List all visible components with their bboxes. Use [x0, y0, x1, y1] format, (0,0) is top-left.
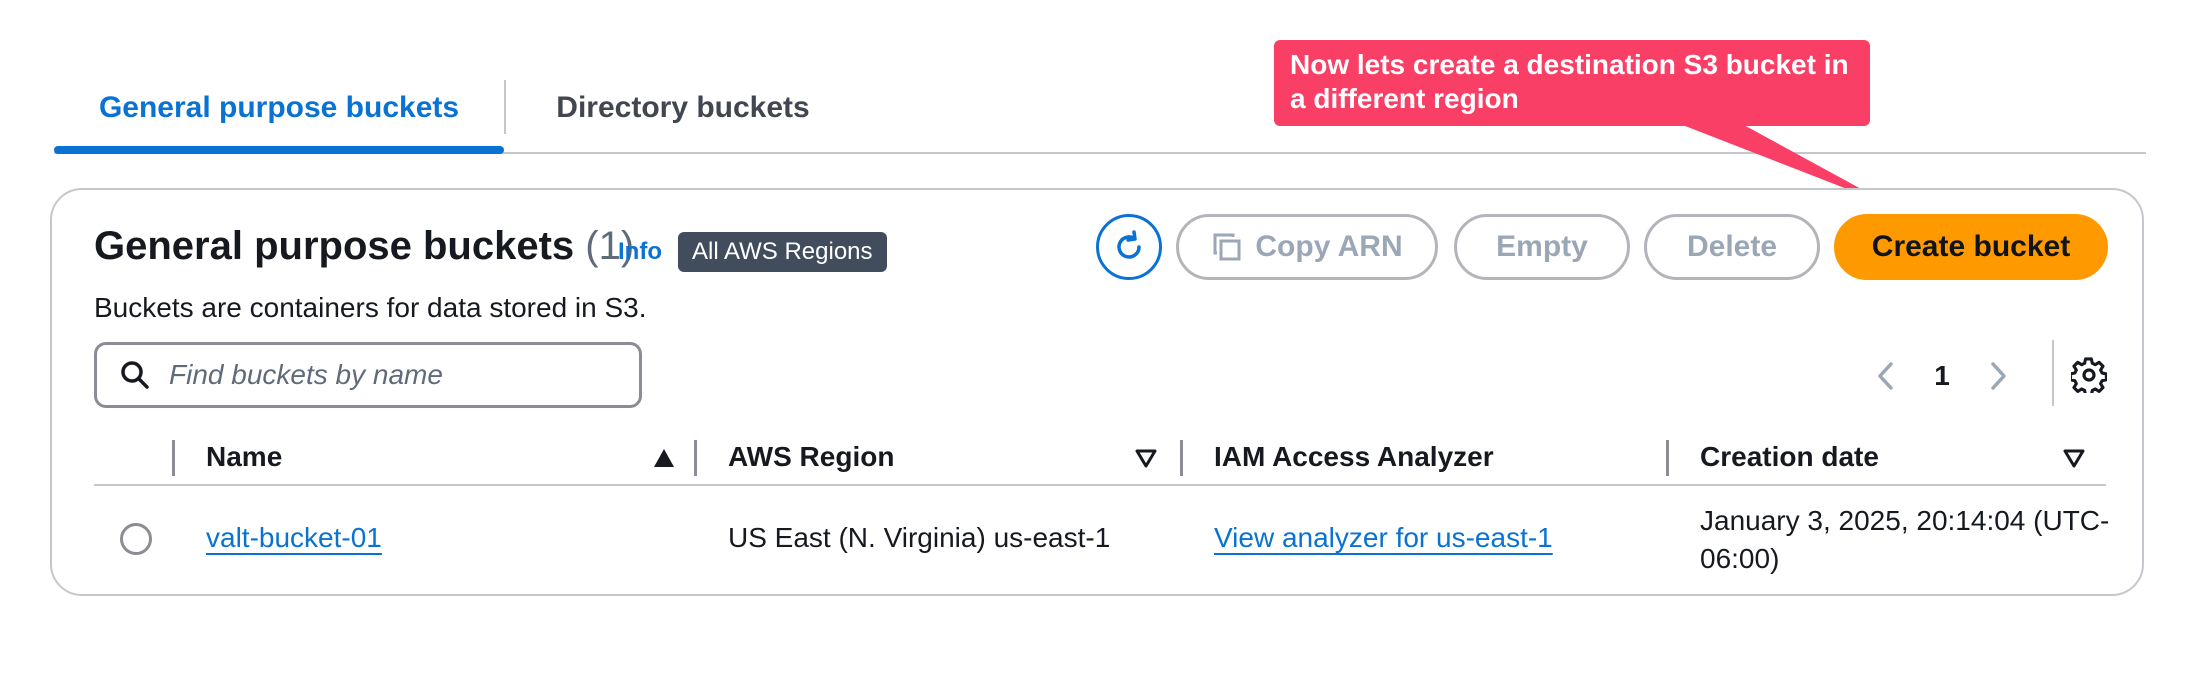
bucket-region: US East (N. Virginia) us-east-1 [728, 522, 1111, 553]
tab-general-purpose-buckets[interactable]: General purpose buckets [54, 78, 504, 154]
table-header: Name AWS Region IAM Access Analyzer Crea… [94, 430, 2106, 486]
refresh-icon [1117, 230, 1141, 259]
next-page-button[interactable] [1978, 356, 2018, 396]
search-input[interactable] [169, 359, 609, 391]
current-page-number[interactable]: 1 [1906, 360, 1978, 392]
copy-arn-label: Copy ARN [1255, 230, 1403, 263]
sort-descending-icon[interactable] [2062, 447, 2086, 469]
column-header-region[interactable]: AWS Region [690, 430, 894, 484]
delete-button[interactable]: Delete [1644, 214, 1820, 280]
sort-descending-icon[interactable] [1134, 447, 1158, 469]
table-settings-button[interactable] [2064, 350, 2114, 400]
sort-ascending-icon[interactable] [652, 447, 676, 469]
table-row: valt-bucket-01 US East (N. Virginia) us-… [94, 488, 2109, 588]
row-select-radio[interactable] [120, 523, 152, 555]
panel-title: General purpose buckets (1) [94, 224, 634, 269]
copy-arn-button[interactable]: Copy ARN [1176, 214, 1438, 280]
column-header-name[interactable]: Name [206, 430, 282, 484]
buckets-panel: General purpose buckets (1) Info All AWS… [50, 188, 2144, 596]
chevron-left-icon [1878, 362, 1893, 390]
empty-button[interactable]: Empty [1454, 214, 1630, 280]
info-link[interactable]: Info [618, 238, 662, 266]
iam-analyzer-link[interactable]: View analyzer for us-east-1 [1214, 522, 1553, 554]
refresh-button[interactable] [1096, 214, 1162, 280]
search-field[interactable] [94, 342, 642, 408]
column-header-creation-date[interactable]: Creation date [1662, 430, 1879, 484]
region-badge: All AWS Regions [678, 232, 887, 272]
previous-page-button[interactable] [1866, 356, 1906, 396]
pagination-divider [2052, 340, 2054, 406]
column-divider [172, 440, 175, 476]
gear-icon [2071, 357, 2107, 393]
bucket-creation-date: January 3, 2025, 20:14:04 (UTC-06:00) [1700, 505, 2110, 574]
pagination: 1 [1866, 346, 2018, 406]
panel-description: Buckets are containers for data stored i… [94, 292, 647, 323]
tutorial-callout: Now lets create a destination S3 bucket … [1274, 40, 1870, 126]
chevron-right-icon [1991, 362, 2006, 390]
bucket-name-link[interactable]: valt-bucket-01 [206, 522, 382, 554]
copy-icon [1213, 233, 1241, 261]
create-bucket-button[interactable]: Create bucket [1834, 214, 2108, 280]
search-icon [121, 361, 149, 389]
tab-directory-buckets[interactable]: Directory buckets [506, 78, 860, 152]
column-header-iam-analyzer[interactable]: IAM Access Analyzer [1176, 430, 1494, 484]
panel-title-text: General purpose buckets [94, 224, 575, 268]
